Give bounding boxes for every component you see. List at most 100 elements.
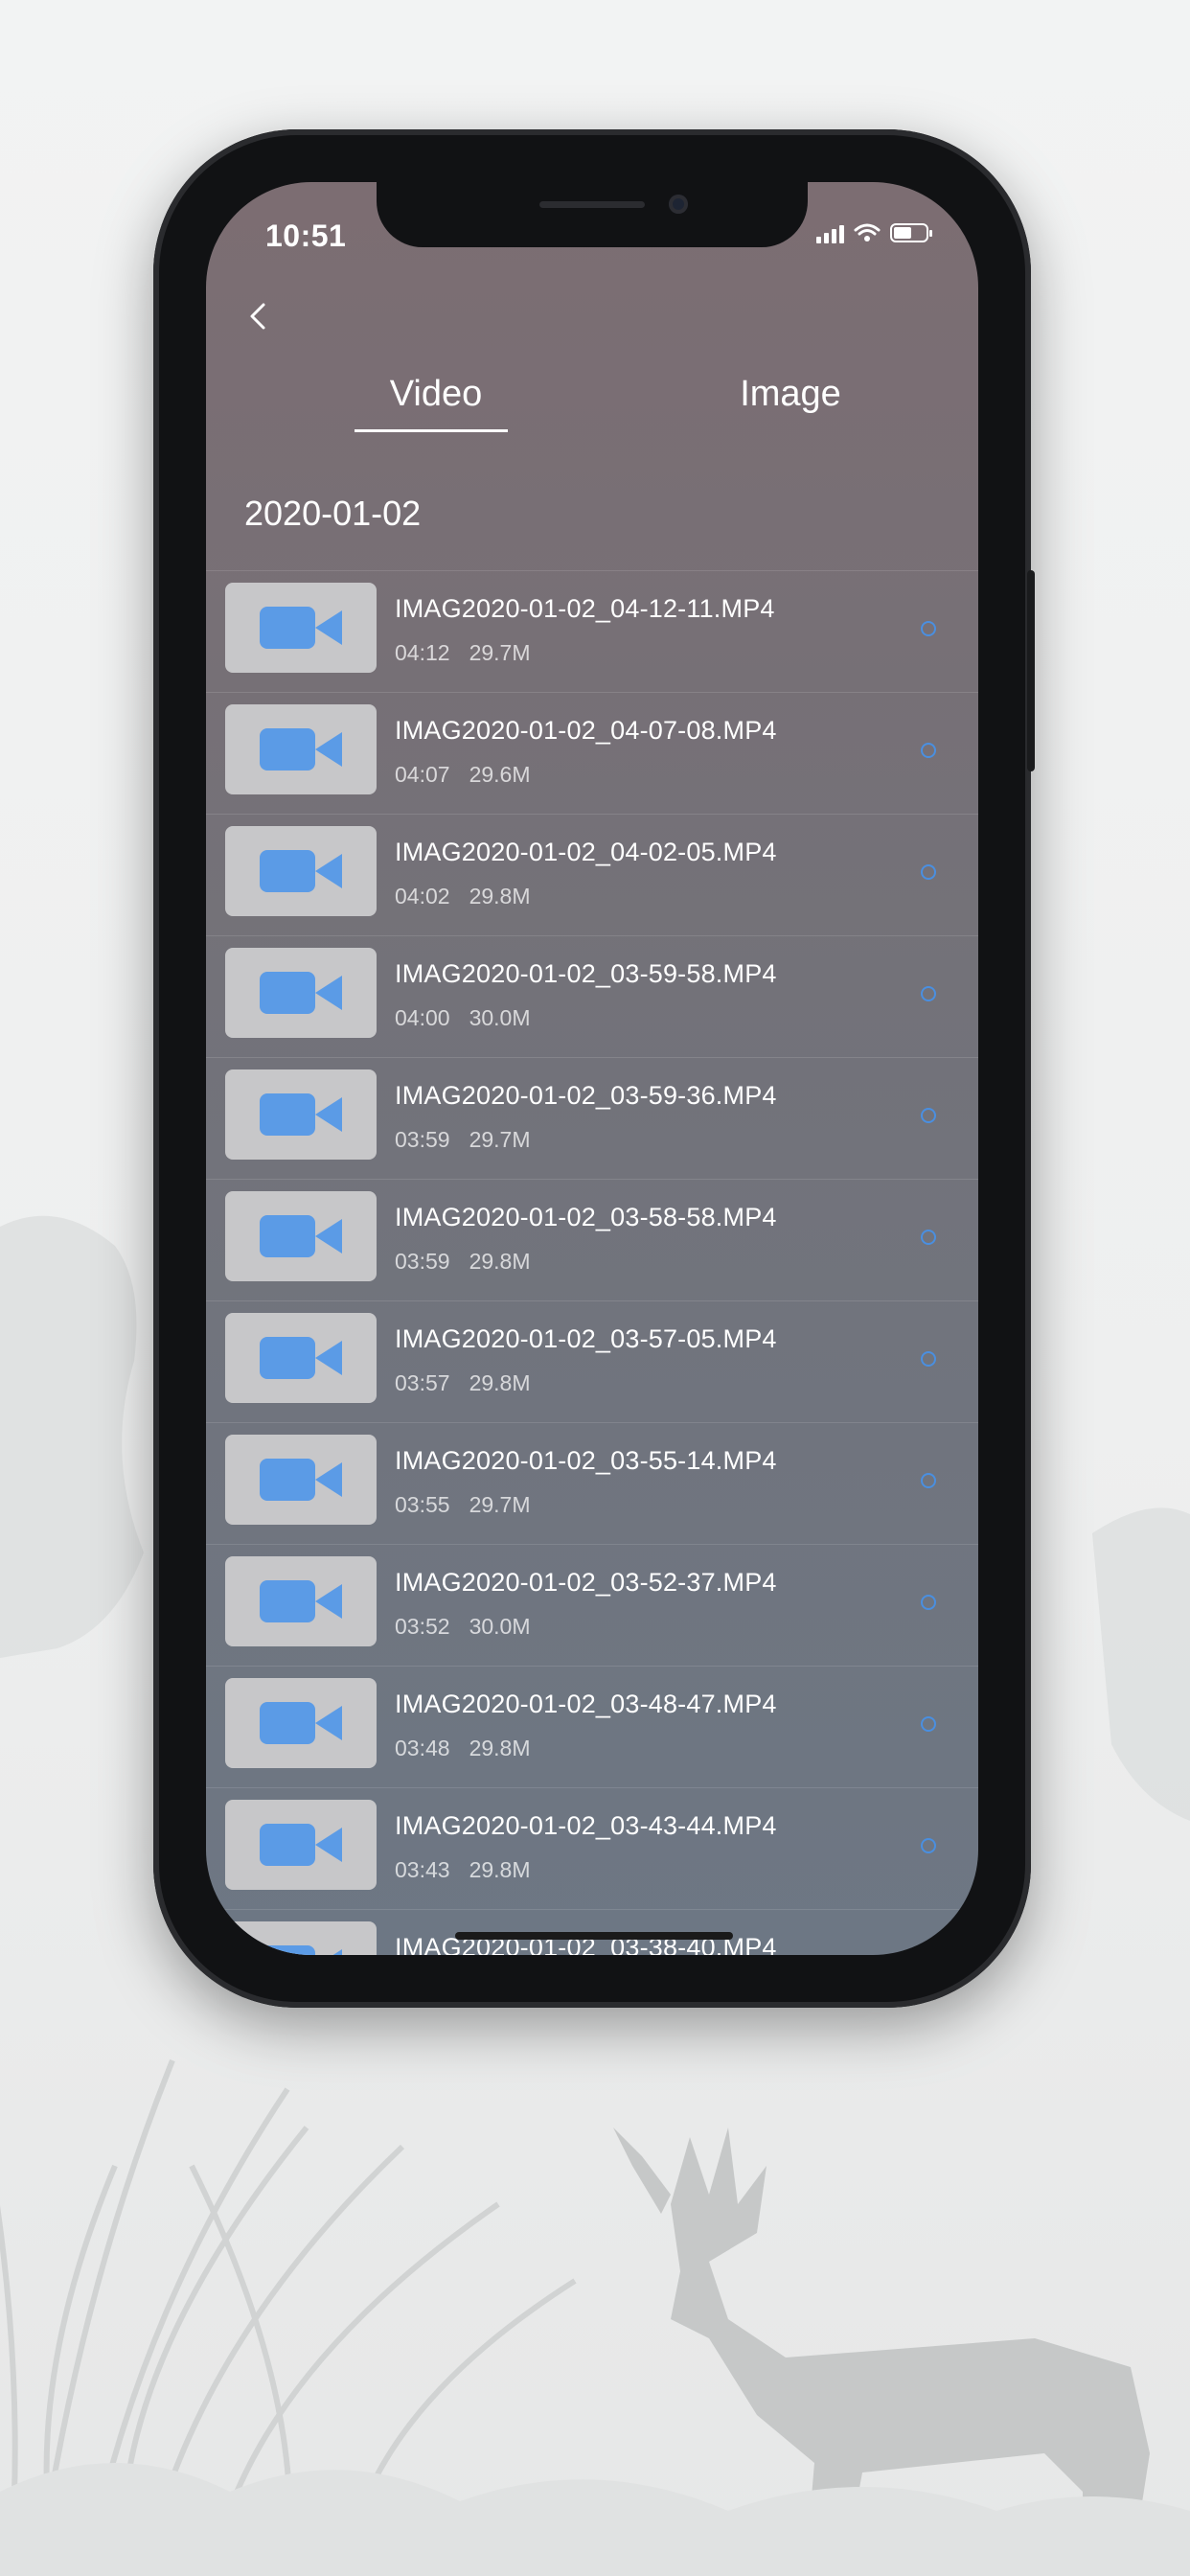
- video-time: 04:02: [395, 884, 450, 908]
- video-list-item[interactable]: IMAG2020-01-02_04-12-11.MP4 04:12 29.7M: [206, 570, 978, 692]
- video-list-item[interactable]: IMAG2020-01-02_03-57-05.MP4 03:57 29.8M: [206, 1300, 978, 1422]
- video-size: 30.0M: [469, 1005, 531, 1030]
- video-file-name: IMAG2020-01-02_03-59-36.MP4: [395, 1081, 777, 1110]
- video-thumbnail: [225, 1556, 377, 1646]
- date-group-header: 2020-01-02: [244, 494, 422, 533]
- video-meta: 03:52 30.0M: [395, 1614, 531, 1640]
- video-meta: 04:12 29.7M: [395, 640, 531, 666]
- video-camera-icon: [260, 728, 342, 770]
- video-list-item[interactable]: IMAG2020-01-02_04-07-08.MP4 04:07 29.6M: [206, 692, 978, 814]
- select-radio-icon[interactable]: [921, 864, 936, 880]
- active-tab-indicator: [355, 429, 508, 432]
- select-radio-icon[interactable]: [921, 1838, 936, 1853]
- video-thumbnail: [225, 1435, 377, 1525]
- video-thumbnail: [225, 826, 377, 916]
- video-list-item[interactable]: IMAG2020-01-02_04-02-05.MP4 04:02 29.8M: [206, 814, 978, 935]
- select-radio-icon[interactable]: [921, 1595, 936, 1610]
- video-thumbnail: [225, 1921, 377, 1955]
- video-camera-icon: [260, 1215, 342, 1257]
- select-radio-icon[interactable]: [921, 1230, 936, 1245]
- video-time: 04:07: [395, 762, 450, 787]
- video-meta: 04:02 29.8M: [395, 884, 531, 909]
- wifi-icon: [854, 223, 881, 242]
- video-meta: 03:55 29.7M: [395, 1492, 531, 1518]
- video-thumbnail: [225, 1800, 377, 1890]
- video-size: 29.8M: [469, 1857, 531, 1882]
- video-time: 03:59: [395, 1127, 450, 1152]
- video-size: 29.7M: [469, 1127, 531, 1152]
- tab-video[interactable]: Video: [359, 374, 513, 415]
- video-file-name: IMAG2020-01-02_03-57-05.MP4: [395, 1324, 777, 1353]
- video-camera-icon: [260, 1824, 342, 1866]
- video-list-item[interactable]: IMAG2020-01-02_03-58-58.MP4 03:59 29.8M: [206, 1179, 978, 1300]
- home-indicator: [455, 1932, 733, 1940]
- video-meta: 04:00 30.0M: [395, 1005, 531, 1031]
- video-camera-icon: [260, 607, 342, 649]
- video-list: IMAG2020-01-02_04-12-11.MP4 04:12 29.7M I…: [206, 570, 978, 1955]
- video-file-name: IMAG2020-01-02_03-55-14.MP4: [395, 1446, 777, 1475]
- tab-image[interactable]: Image: [714, 374, 867, 415]
- video-camera-icon: [260, 1337, 342, 1379]
- media-tabs: Video Image: [206, 374, 978, 432]
- battery-icon: [890, 223, 932, 242]
- phone-frame: 10:51 Video Image 2020-01-02 IMAG2020-01…: [153, 129, 1035, 2008]
- select-radio-icon[interactable]: [921, 621, 936, 636]
- video-meta: 03:59 29.7M: [395, 1127, 531, 1153]
- video-list-item[interactable]: IMAG2020-01-02_03-43-44.MP4 03:43 29.8M: [206, 1787, 978, 1909]
- video-time: 03:59: [395, 1249, 450, 1274]
- video-thumbnail: [225, 704, 377, 794]
- video-file-name: IMAG2020-01-02_04-12-11.MP4: [395, 594, 775, 623]
- video-thumbnail: [225, 1313, 377, 1403]
- video-list-item[interactable]: IMAG2020-01-02_03-55-14.MP4 03:55 29.7M: [206, 1422, 978, 1544]
- video-list-item[interactable]: IMAG2020-01-02_03-59-36.MP4 03:59 29.7M: [206, 1057, 978, 1179]
- video-thumbnail: [225, 1191, 377, 1281]
- status-time: 10:51: [265, 218, 347, 253]
- video-meta: 03:48 29.8M: [395, 1736, 531, 1761]
- select-radio-icon[interactable]: [921, 986, 936, 1001]
- video-time: 03:43: [395, 1857, 450, 1882]
- select-radio-icon[interactable]: [921, 1716, 936, 1732]
- select-radio-icon[interactable]: [921, 1108, 936, 1123]
- video-time: 03:57: [395, 1370, 450, 1395]
- video-meta: 03:59 29.8M: [395, 1249, 531, 1275]
- video-time: 04:00: [395, 1005, 450, 1030]
- select-radio-icon[interactable]: [921, 1473, 936, 1488]
- video-meta: 04:07 29.6M: [395, 762, 531, 788]
- video-thumbnail: [225, 1070, 377, 1160]
- video-size: 29.8M: [469, 884, 531, 908]
- video-camera-icon: [260, 1459, 342, 1501]
- video-thumbnail: [225, 948, 377, 1038]
- cellular-signal-icon: [816, 222, 844, 243]
- video-list-item[interactable]: IMAG2020-01-02_03-59-58.MP4 04:00 30.0M: [206, 935, 978, 1057]
- video-list-item[interactable]: IMAG2020-01-02_03-48-47.MP4 03:48 29.8M: [206, 1666, 978, 1787]
- video-camera-icon: [260, 1580, 342, 1622]
- video-size: 29.8M: [469, 1736, 531, 1760]
- video-time: 03:55: [395, 1492, 450, 1517]
- video-size: 30.0M: [469, 1614, 531, 1639]
- status-bar: 10:51: [206, 215, 978, 263]
- video-meta: 03:57 29.8M: [395, 1370, 531, 1396]
- status-icons: [816, 222, 932, 243]
- video-time: 04:12: [395, 640, 450, 665]
- video-time: 03:52: [395, 1614, 450, 1639]
- back-button[interactable]: [240, 297, 279, 335]
- video-list-item[interactable]: IMAG2020-01-02_03-52-37.MP4 03:52 30.0M: [206, 1544, 978, 1666]
- chevron-left-icon: [250, 303, 265, 330]
- select-radio-icon[interactable]: [921, 743, 936, 758]
- video-file-name: IMAG2020-01-02_03-59-58.MP4: [395, 959, 777, 988]
- video-camera-icon: [260, 1093, 342, 1136]
- select-radio-icon[interactable]: [921, 1351, 936, 1367]
- video-size: 29.8M: [469, 1249, 531, 1274]
- video-meta: 03:43 29.8M: [395, 1857, 531, 1883]
- video-thumbnail: [225, 1678, 377, 1768]
- app-screen: 10:51 Video Image 2020-01-02 IMAG2020-01…: [206, 182, 978, 1955]
- video-file-name: IMAG2020-01-02_03-48-47.MP4: [395, 1690, 777, 1718]
- video-size: 29.8M: [469, 1370, 531, 1395]
- video-thumbnail: [225, 583, 377, 673]
- video-file-name: IMAG2020-01-02_04-02-05.MP4: [395, 838, 777, 866]
- speaker: [539, 201, 645, 208]
- video-camera-icon: [260, 972, 342, 1014]
- video-file-name: IMAG2020-01-02_03-58-58.MP4: [395, 1203, 777, 1231]
- video-time: 03:48: [395, 1736, 450, 1760]
- front-camera: [669, 195, 688, 214]
